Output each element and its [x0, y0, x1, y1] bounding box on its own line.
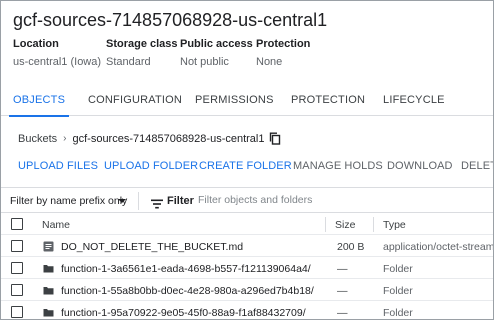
meta-label: Protection — [256, 38, 311, 50]
copy-icon[interactable] — [269, 132, 281, 145]
table-row[interactable]: DO_NOT_DELETE_THE_BUCKET.md 200 B applic… — [1, 236, 494, 257]
folder-icon — [43, 263, 54, 274]
column-header-type[interactable]: Type — [383, 219, 406, 231]
file-icon — [43, 241, 54, 252]
table-row[interactable]: function-1-95a70922-9e05-45f0-88a9-f1af8… — [1, 302, 493, 319]
meta-value: Standard — [106, 56, 151, 68]
object-type: Folder — [383, 285, 413, 297]
meta-label: Storage class — [106, 38, 178, 50]
meta-value: Not public — [180, 56, 229, 68]
tab-lifecycle[interactable]: LIFECYCLE — [383, 89, 445, 116]
folder-name-link[interactable]: function-1-3a6561e1-eada-4698-b557-f1211… — [61, 263, 311, 275]
tab-objects[interactable]: OBJECTS — [8, 89, 70, 117]
row-checkbox[interactable] — [11, 284, 23, 296]
column-resize-handle[interactable] — [373, 217, 374, 232]
filter-label: Filter — [167, 195, 194, 207]
breadcrumb-buckets-link[interactable]: Buckets — [18, 133, 57, 145]
table-row[interactable]: function-1-55a8b0bb-d0ec-4e28-980a-a296e… — [1, 280, 493, 301]
select-all-checkbox[interactable] — [11, 218, 23, 230]
create-folder-button[interactable]: CREATE FOLDER — [199, 160, 292, 172]
object-type: Folder — [383, 263, 413, 275]
meta-label: Location — [13, 38, 59, 50]
meta-location: Location us-central1 (Iowa) — [13, 38, 101, 68]
action-bar: UPLOAD FILES UPLOAD FOLDER CREATE FOLDER… — [1, 160, 493, 174]
caret-down-icon[interactable] — [118, 199, 126, 203]
column-header-size[interactable]: Size — [335, 219, 355, 231]
folder-icon — [43, 285, 54, 296]
manage-holds-button[interactable]: MANAGE HOLDS — [293, 160, 383, 172]
table-row[interactable]: function-1-3a6561e1-eada-4698-b557-f1211… — [1, 258, 493, 279]
filter-mode-dropdown[interactable]: Filter by name prefix only — [10, 195, 127, 207]
filter-icon — [151, 196, 163, 209]
breadcrumb-current: gcf-sources-714857068928-us-central1 — [72, 132, 265, 145]
object-size: — — [337, 285, 348, 297]
filter-input[interactable] — [198, 194, 398, 206]
column-resize-handle[interactable] — [325, 217, 326, 232]
filter-divider — [138, 192, 139, 210]
tab-configuration[interactable]: CONFIGURATION — [88, 89, 182, 116]
bucket-details-panel: gcf-sources-714857068928-us-central1 Loc… — [0, 0, 494, 320]
folder-icon — [43, 307, 54, 318]
object-size: — — [337, 263, 348, 275]
meta-value: None — [256, 56, 283, 68]
object-name-link[interactable]: DO_NOT_DELETE_THE_BUCKET.md — [61, 241, 243, 253]
folder-name-link[interactable]: function-1-95a70922-9e05-45f0-88a9-f1af8… — [61, 307, 306, 319]
breadcrumb: Buckets › gcf-sources-714857068928-us-ce… — [18, 132, 281, 145]
breadcrumb-separator: › — [63, 133, 67, 144]
tab-bar: OBJECTS CONFIGURATION PERMISSIONS PROTEC… — [1, 89, 493, 117]
meta-value: us-central1 (Iowa) — [13, 56, 102, 68]
object-size: — — [337, 307, 348, 319]
delete-button[interactable]: DELETE — [461, 160, 493, 172]
object-size: 200 B — [337, 241, 365, 253]
tab-protection[interactable]: PROTECTION — [291, 89, 365, 116]
tab-permissions[interactable]: PERMISSIONS — [195, 89, 274, 116]
upload-files-button[interactable]: UPLOAD FILES — [18, 160, 98, 172]
object-type: application/octet-stream — [383, 241, 494, 253]
table-header-row: Name Size Type — [1, 214, 493, 235]
folder-name-link[interactable]: function-1-55a8b0bb-d0ec-4e28-980a-a296e… — [61, 285, 314, 297]
meta-public-access: Public access Not public — [180, 38, 253, 68]
meta-storage-class: Storage class Standard — [106, 38, 178, 68]
filter-bar: Filter by name prefix only Filter — [1, 187, 493, 213]
meta-protection: Protection None — [256, 38, 310, 68]
column-header-name[interactable]: Name — [42, 219, 70, 231]
row-checkbox[interactable] — [11, 306, 23, 318]
row-checkbox[interactable] — [11, 262, 23, 274]
download-button[interactable]: DOWNLOAD — [387, 160, 453, 172]
meta-label: Public access — [180, 38, 253, 50]
row-checkbox[interactable] — [11, 240, 23, 252]
upload-folder-button[interactable]: UPLOAD FOLDER — [104, 160, 198, 172]
page-title: gcf-sources-714857068928-us-central1 — [13, 10, 328, 30]
object-type: Folder — [383, 307, 413, 319]
